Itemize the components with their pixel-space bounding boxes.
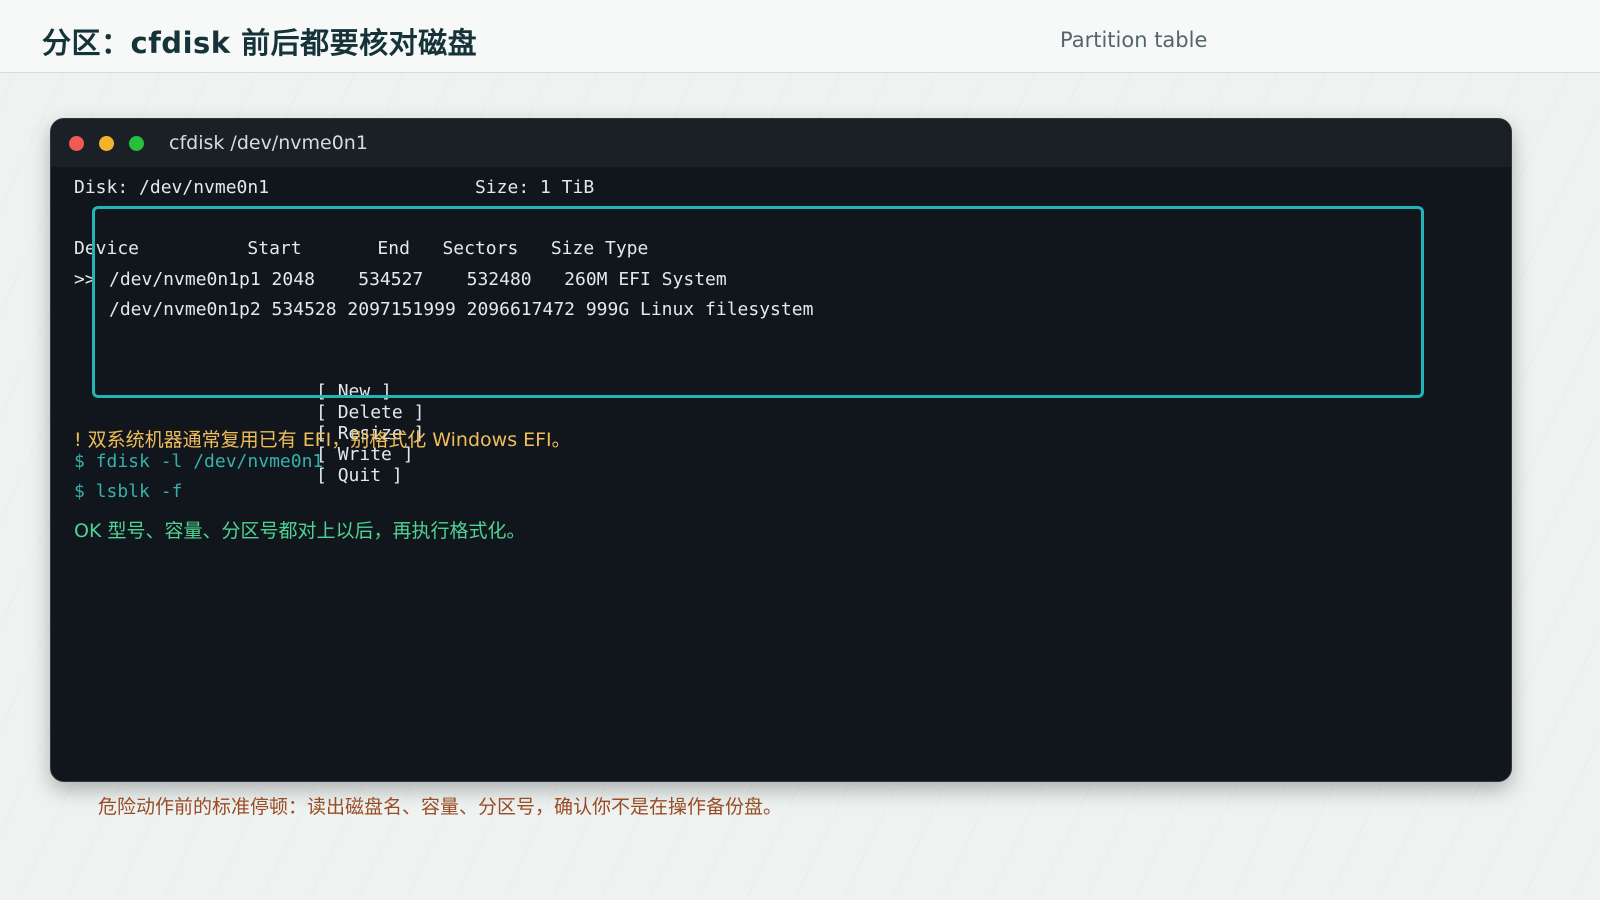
terminal-window: cfdisk /dev/nvme0n1 Disk: /dev/nvme0n1 S…: [50, 118, 1512, 782]
footer-note: 危险动作前的标准停顿：读出磁盘名、容量、分区号，确认你不是在操作备份盘。: [98, 796, 783, 818]
partition-row-selected[interactable]: /dev/nvme0n1p1 2048 534527 532480 260M E…: [109, 269, 727, 290]
command-line: $ fdisk -l /dev/nvme0n1: [74, 451, 324, 472]
command-line: $ lsblk -f: [74, 481, 183, 502]
new-button[interactable]: [ New ]: [316, 381, 392, 402]
selection-marker: >>: [74, 269, 96, 290]
warning-message: ! 双系统机器通常复用已有 EFI，别格式化 Windows EFI。: [74, 429, 571, 451]
disk-info-line: Disk: /dev/nvme0n1 Size: 1 TiB: [74, 177, 595, 198]
partition-table-header: Device Start End Sectors Size Type: [74, 238, 649, 259]
slide-header: 分区：cfdisk 前后都要核对磁盘 Partition table: [0, 0, 1600, 73]
close-window-icon[interactable]: [69, 136, 84, 151]
quit-button[interactable]: [ Quit ]: [316, 465, 403, 486]
partition-row[interactable]: /dev/nvme0n1p2 534528 2097151999 2096617…: [109, 299, 813, 320]
maximize-window-icon[interactable]: [129, 136, 144, 151]
ok-message: OK 型号、容量、分区号都对上以后，再执行格式化。: [74, 520, 526, 542]
terminal-titlebar: cfdisk /dev/nvme0n1: [51, 119, 1511, 167]
page-title: 分区：cfdisk 前后都要核对磁盘: [42, 26, 478, 60]
page-subtitle: Partition table: [1060, 28, 1208, 52]
minimize-window-icon[interactable]: [99, 136, 114, 151]
delete-button[interactable]: [ Delete ]: [316, 402, 424, 423]
window-title: cfdisk /dev/nvme0n1: [169, 132, 368, 154]
